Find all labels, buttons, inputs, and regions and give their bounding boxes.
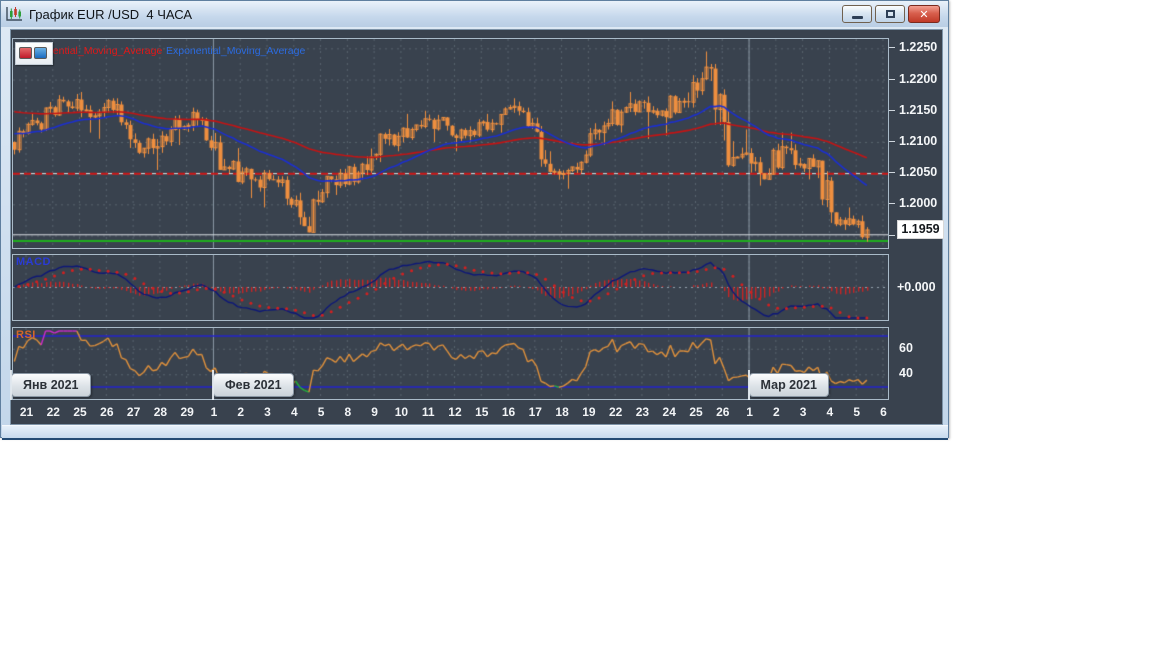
window-title: График EUR /USD 4 ЧАСА bbox=[29, 6, 193, 22]
date-axis-label: 3 bbox=[264, 405, 271, 419]
price-tick bbox=[889, 141, 895, 142]
date-axis-label: 12 bbox=[448, 405, 462, 419]
date-axis: 21 22 25 26 27 28 29 1 2 3 4 5 8 9 10 11 12 15 16 17 18 19 22 2… bbox=[12, 402, 889, 425]
date-axis-label: 21 bbox=[19, 405, 34, 419]
price-tick-label: 1.2000 bbox=[899, 196, 938, 211]
price-tick bbox=[889, 110, 895, 111]
macd-label: MACD bbox=[16, 256, 51, 268]
price-tick bbox=[889, 203, 895, 204]
minimize-button[interactable] bbox=[842, 5, 872, 23]
price-tick bbox=[889, 172, 895, 173]
date-axis-label: 1 bbox=[210, 405, 218, 419]
minimize-icon bbox=[851, 15, 863, 19]
price-tick-label: 1.2050 bbox=[899, 165, 938, 180]
price-tick-label: 1.2150 bbox=[899, 102, 938, 117]
date-axis-label: 5 bbox=[853, 405, 861, 419]
price-tick bbox=[889, 47, 895, 48]
macd-zero-label: +0.000 bbox=[897, 280, 936, 294]
date-axis-label: 22 bbox=[46, 405, 60, 419]
price-tick bbox=[889, 79, 895, 80]
date-axis-label: 8 bbox=[344, 405, 352, 419]
chart-window: График EUR /USD 4 ЧАСА ✕ Exponential_Mov… bbox=[0, 0, 949, 440]
price-tick-label: 1.2200 bbox=[899, 71, 938, 86]
macd-panel[interactable]: MACD bbox=[12, 254, 889, 321]
date-axis-label: 17 bbox=[528, 405, 542, 419]
date-axis-label: 25 bbox=[689, 405, 703, 419]
month-badge: Фев 2021 bbox=[211, 370, 294, 400]
ema-red-swatch[interactable] bbox=[19, 47, 32, 59]
date-axis-label: 10 bbox=[394, 405, 409, 419]
legend-color-box bbox=[15, 42, 53, 65]
date-axis-label: 4 bbox=[826, 405, 834, 419]
date-axis-label: 9 bbox=[371, 405, 378, 419]
rsi-tick-label: 60 bbox=[899, 340, 913, 355]
date-axis-label: 1 bbox=[746, 405, 753, 419]
date-axis-label: 25 bbox=[73, 405, 87, 419]
date-axis-label: 22 bbox=[608, 405, 623, 419]
current-price-box: 1.1959 bbox=[897, 220, 944, 239]
date-axis-label: 4 bbox=[290, 405, 298, 419]
rsi-label: RSI bbox=[16, 329, 36, 341]
month-badge: Янв 2021 bbox=[10, 370, 91, 400]
price-chart-canvas[interactable] bbox=[13, 39, 888, 248]
price-scale: 1.2250 1.2200 1.2150 1.2100 1.2050 1.2000 1.19… bbox=[889, 30, 944, 426]
ema-blue-legend-label: Exponential_Moving_Average bbox=[166, 45, 306, 57]
close-icon: ✕ bbox=[919, 8, 929, 21]
date-axis-label: 6 bbox=[880, 405, 887, 419]
date-axis-label: 5 bbox=[317, 405, 325, 419]
date-axis-label: 29 bbox=[180, 405, 194, 419]
window-titlebar[interactable]: График EUR /USD 4 ЧАСА ✕ bbox=[1, 1, 948, 27]
candlestick-chart-icon bbox=[6, 7, 22, 21]
date-axis-label: 19 bbox=[582, 405, 596, 419]
date-axis-label: 3 bbox=[799, 405, 807, 419]
date-axis-label: 23 bbox=[635, 405, 650, 419]
rsi-tick-label: 40 bbox=[899, 366, 913, 381]
date-axis-label: 2 bbox=[237, 405, 245, 419]
close-button[interactable]: ✕ bbox=[908, 5, 940, 23]
restore-button[interactable] bbox=[875, 5, 905, 23]
price-tick-label: 1.2250 bbox=[899, 40, 938, 55]
date-axis-label: 18 bbox=[555, 405, 569, 419]
date-axis-label: 24 bbox=[662, 405, 676, 419]
date-axis-label: 16 bbox=[501, 405, 516, 419]
date-axis-label: 15 bbox=[475, 405, 489, 419]
month-badge: Мар 2021 bbox=[747, 370, 829, 400]
macd-canvas[interactable] bbox=[13, 255, 888, 320]
date-axis-label: 27 bbox=[126, 405, 141, 419]
ema-blue-swatch[interactable] bbox=[34, 47, 47, 59]
horizontal-scrollbar[interactable] bbox=[2, 425, 948, 440]
date-axis-label: 2 bbox=[772, 405, 780, 419]
date-axis-label: 11 bbox=[421, 405, 435, 419]
date-axis-label: 28 bbox=[153, 405, 168, 419]
date-axis-label: 26 bbox=[100, 405, 114, 419]
restore-icon bbox=[885, 10, 895, 18]
chart-client-area: Exponential_Moving_Average Exponential_M… bbox=[10, 29, 944, 426]
price-tick-label: 1.2100 bbox=[899, 133, 938, 148]
price-tick bbox=[889, 235, 895, 236]
price-panel[interactable]: Exponential_Moving_Average Exponential_M… bbox=[12, 38, 889, 249]
date-axis-label: 26 bbox=[716, 405, 730, 419]
